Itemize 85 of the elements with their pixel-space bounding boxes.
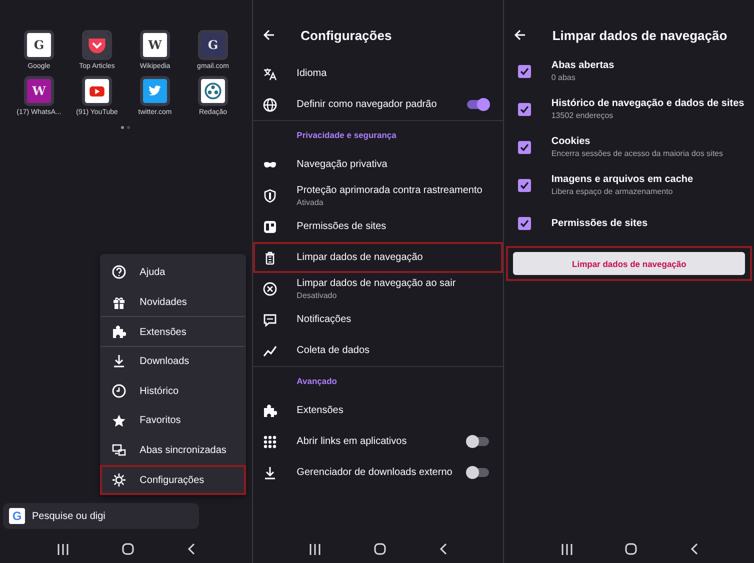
- pocket-icon[interactable]: [85, 33, 109, 57]
- checkbox[interactable]: [518, 178, 532, 192]
- option-title: Histórico de navegação e dados de sites: [551, 98, 746, 109]
- globe-icon: [262, 98, 277, 112]
- screen-title: Configurações: [300, 28, 392, 42]
- site-tile[interactable]: W: [27, 79, 51, 103]
- download-icon: [262, 466, 277, 480]
- recents-icon[interactable]: [309, 544, 322, 554]
- site-tile[interactable]: W: [143, 33, 167, 57]
- option-title: Imagens e arquivos em cache: [551, 174, 694, 185]
- trash-icon: [262, 250, 277, 264]
- clock-icon: [112, 384, 126, 398]
- recents-icon[interactable]: [56, 544, 69, 554]
- search-bar[interactable]: G Pesquise ou digi: [3, 503, 199, 529]
- section-heading: Avançado: [296, 376, 337, 386]
- puzzle-icon: [112, 325, 126, 340]
- grid-icon: [262, 434, 277, 448]
- checkbox[interactable]: [518, 216, 532, 230]
- option-title: Permissões de sites: [551, 218, 649, 228]
- screen-title: Limpar dados de navegação: [552, 28, 728, 42]
- option-description: Encerra sessões de acesso da maioria dos sites: [551, 149, 724, 158]
- settings-icon: [112, 473, 126, 488]
- film-reel-icon[interactable]: [201, 79, 225, 103]
- section-heading: Privacidade e segurança: [296, 130, 396, 140]
- option-title: Abas abertas: [551, 60, 616, 71]
- chart-icon: [262, 344, 277, 358]
- checkbox[interactable]: [518, 64, 532, 78]
- checkbox[interactable]: [518, 102, 532, 116]
- back-arrow-icon[interactable]: [514, 29, 526, 41]
- clear-data-button[interactable]: Limpar dados de navegação: [513, 252, 746, 275]
- site-tile[interactable]: G: [27, 33, 51, 57]
- puzzle-icon: [262, 404, 277, 418]
- play-icon[interactable]: [85, 79, 109, 103]
- star-icon: [112, 414, 126, 428]
- page-dot[interactable]: [121, 126, 124, 129]
- search-engine-logo: G: [9, 508, 25, 524]
- option-description: 0 abas: [551, 73, 576, 82]
- gift-icon: [112, 296, 126, 310]
- menu-item[interactable]: Novidades: [100, 287, 246, 317]
- settings-item[interactable]: Proteção aprimorada contra rastreamento Ativada: [252, 180, 504, 211]
- menu-item[interactable]: Favoritos: [100, 406, 246, 436]
- option-description: Libera espaço de armazenamento: [551, 187, 674, 196]
- checkbox[interactable]: [518, 140, 532, 154]
- toggle-switch[interactable]: [467, 468, 490, 477]
- menu-item[interactable]: Ajuda: [100, 258, 246, 288]
- option-title: Cookies: [551, 136, 592, 147]
- menu-item[interactable]: Downloads: [100, 346, 246, 376]
- settings-item[interactable]: Idioma: [252, 58, 504, 89]
- settings-item[interactable]: Coleta de dados: [252, 335, 504, 366]
- site-tile[interactable]: G: [201, 33, 225, 57]
- devices-icon: [112, 443, 126, 458]
- settings-item[interactable]: Gerenciador de downloads externo: [252, 457, 504, 488]
- bird-icon[interactable]: [143, 79, 167, 103]
- home-icon[interactable]: [122, 543, 134, 555]
- back-arrow-icon[interactable]: [262, 29, 275, 41]
- home-icon[interactable]: [374, 543, 386, 555]
- menu-item[interactable]: Extensões: [100, 316, 246, 347]
- home-icon[interactable]: [625, 543, 638, 555]
- settings-item[interactable]: Abrir links em aplicativos: [252, 426, 504, 457]
- permissions-icon: [262, 220, 277, 234]
- clear-icon: [262, 282, 277, 296]
- settings-item[interactable]: Permissões de sites: [252, 211, 504, 242]
- toggle-switch[interactable]: [467, 437, 490, 446]
- settings-item[interactable]: Extensões: [252, 395, 504, 426]
- menu-item[interactable]: Configurações: [100, 465, 246, 495]
- menu-item[interactable]: Histórico: [100, 376, 246, 406]
- back-icon[interactable]: [438, 543, 447, 555]
- download-icon: [112, 354, 126, 368]
- menu-item[interactable]: Abas sincronizadas: [100, 436, 246, 466]
- translate-icon: [262, 66, 277, 80]
- toggle-switch[interactable]: [467, 100, 490, 109]
- shield-icon: [262, 188, 277, 202]
- recents-icon[interactable]: [560, 544, 573, 554]
- settings-item[interactable]: Navegação privativa: [252, 149, 504, 180]
- back-icon[interactable]: [187, 543, 196, 555]
- search-placeholder: Pesquise ou digi: [32, 510, 106, 522]
- back-icon[interactable]: [690, 543, 698, 555]
- help-icon: [112, 265, 126, 280]
- settings-item[interactable]: Limpar dados de navegação: [252, 242, 504, 273]
- settings-item[interactable]: Limpar dados de navegação ao sair Desativado: [252, 273, 504, 304]
- settings-item[interactable]: Notificações: [252, 304, 504, 335]
- settings-item[interactable]: Definir como navegador padrão: [252, 89, 504, 120]
- page-dot[interactable]: [127, 126, 130, 129]
- option-description: 13502 endereços: [551, 111, 614, 120]
- chat-icon: [262, 312, 277, 326]
